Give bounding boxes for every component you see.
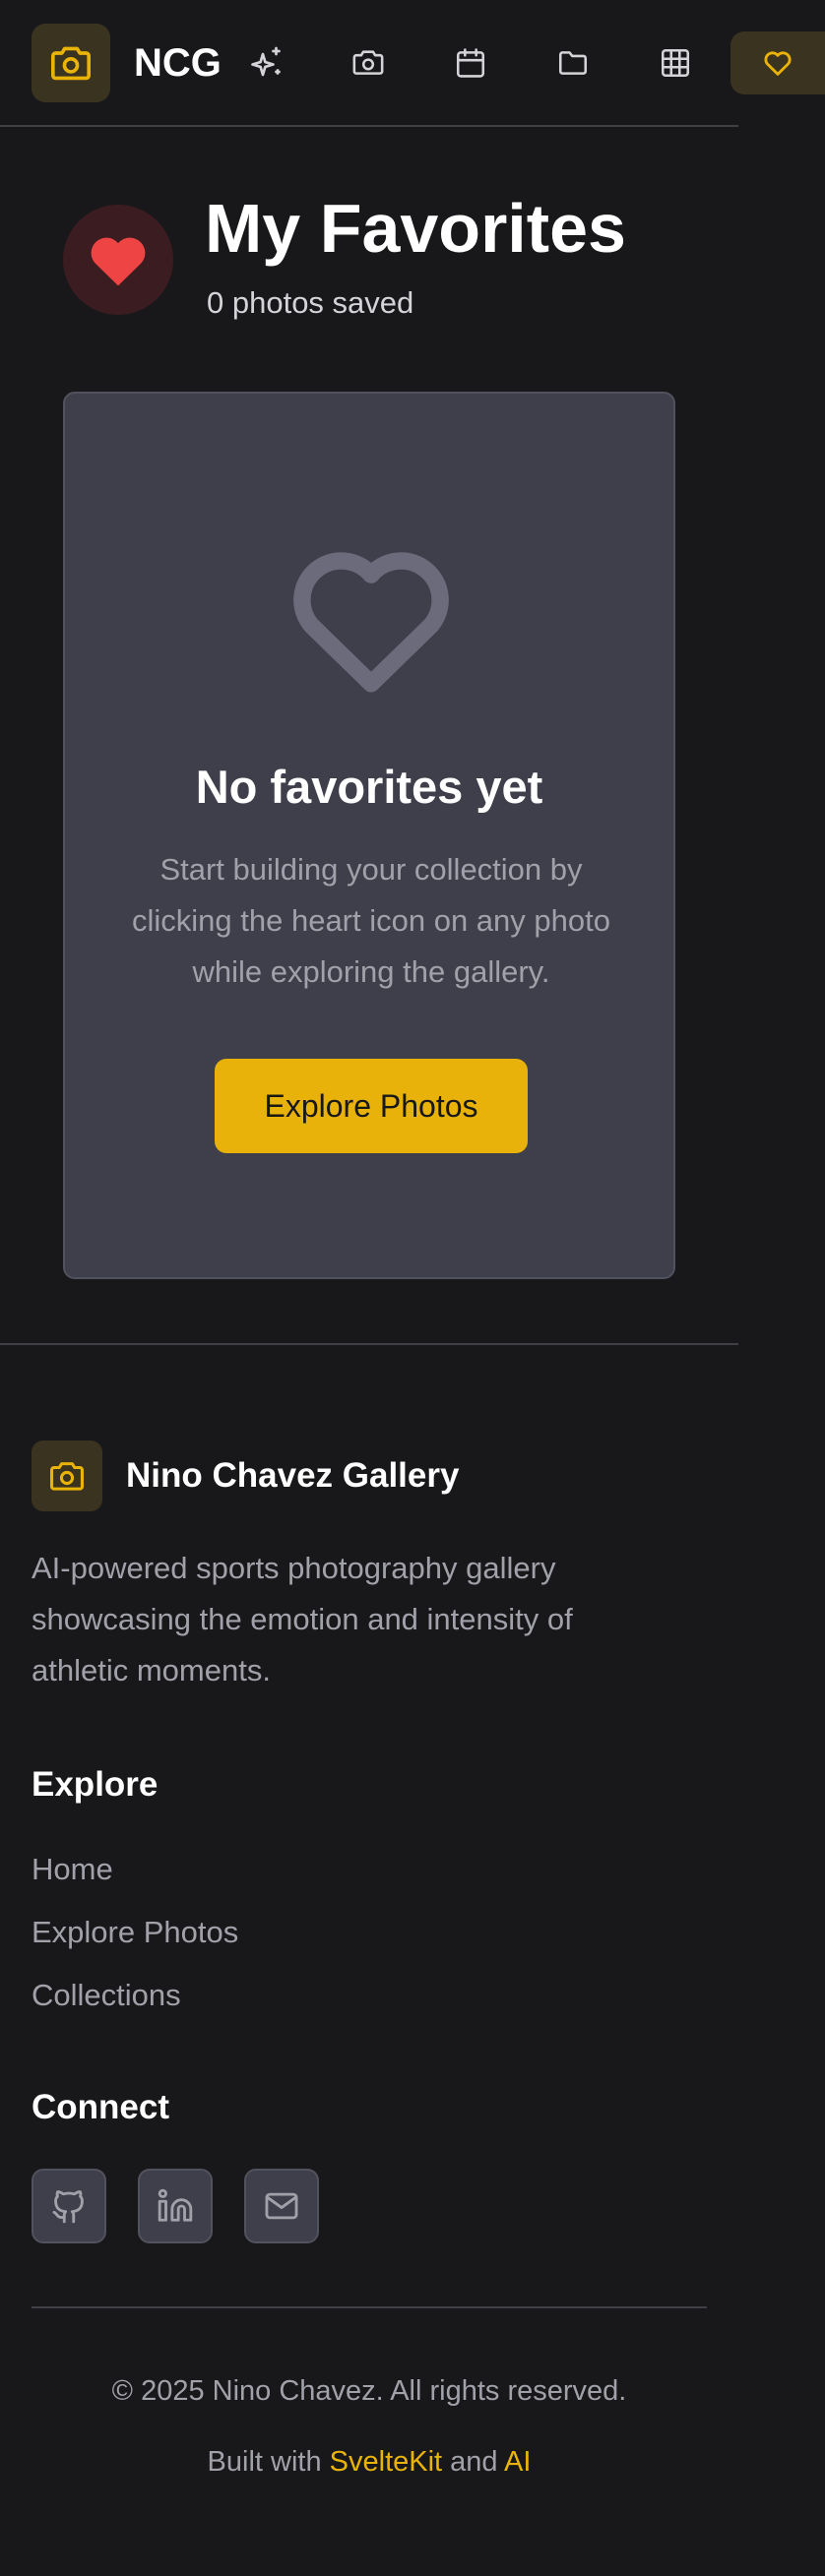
favorites-heart-icon [63, 205, 173, 315]
linkedin-icon[interactable] [138, 2169, 213, 2243]
logo-camera-icon[interactable] [32, 24, 110, 102]
sveltekit-link[interactable]: SvelteKit [330, 2446, 442, 2478]
saved-count: 0 photos saved [207, 285, 414, 320]
empty-state-title: No favorites yet [195, 761, 543, 813]
built-with-text: Built with SvelteKit and AI [32, 2442, 707, 2482]
header-divider [0, 125, 738, 127]
top-navigation: NCG [0, 0, 825, 127]
explore-photos-button[interactable]: Explore Photos [215, 1059, 528, 1153]
explore-heading: Explore [32, 1765, 159, 1804]
section-divider [0, 1343, 738, 1345]
heart-icon[interactable] [730, 31, 825, 94]
copyright-text: © 2025 Nino Chavez. All rights reserved. [111, 2375, 627, 2407]
footer-link-explore-photos[interactable]: Explore Photos [32, 1913, 238, 1952]
page-title: My Favorites [205, 190, 626, 267]
github-icon[interactable] [32, 2169, 106, 2243]
camera-icon[interactable] [339, 33, 398, 92]
footer-brand: Nino Chavez Gallery [126, 1456, 460, 1495]
footer-camera-icon [32, 1441, 102, 1511]
empty-state-text: Start building your collection by clicki… [132, 852, 610, 989]
ai-link[interactable]: AI [504, 2446, 531, 2478]
grid-icon[interactable] [646, 33, 705, 92]
brand-name[interactable]: NCG [134, 37, 222, 89]
footer-link-home[interactable]: Home [32, 1850, 113, 1889]
footer-link-collections[interactable]: Collections [32, 1976, 181, 2015]
sparkles-icon[interactable] [236, 33, 295, 92]
empty-heart-icon [282, 531, 461, 699]
connect-heading: Connect [32, 2088, 169, 2126]
empty-state-card: No favorites yet Start building your col… [63, 392, 675, 1279]
built-and: and [450, 2446, 498, 2478]
folder-icon[interactable] [543, 33, 603, 92]
calendar-icon[interactable] [441, 33, 500, 92]
built-prefix: Built with [207, 2446, 322, 2478]
mail-icon[interactable] [244, 2169, 319, 2243]
footer-divider [32, 2306, 707, 2308]
footer-description: AI-powered sports photography gallery sh… [32, 1551, 573, 1687]
